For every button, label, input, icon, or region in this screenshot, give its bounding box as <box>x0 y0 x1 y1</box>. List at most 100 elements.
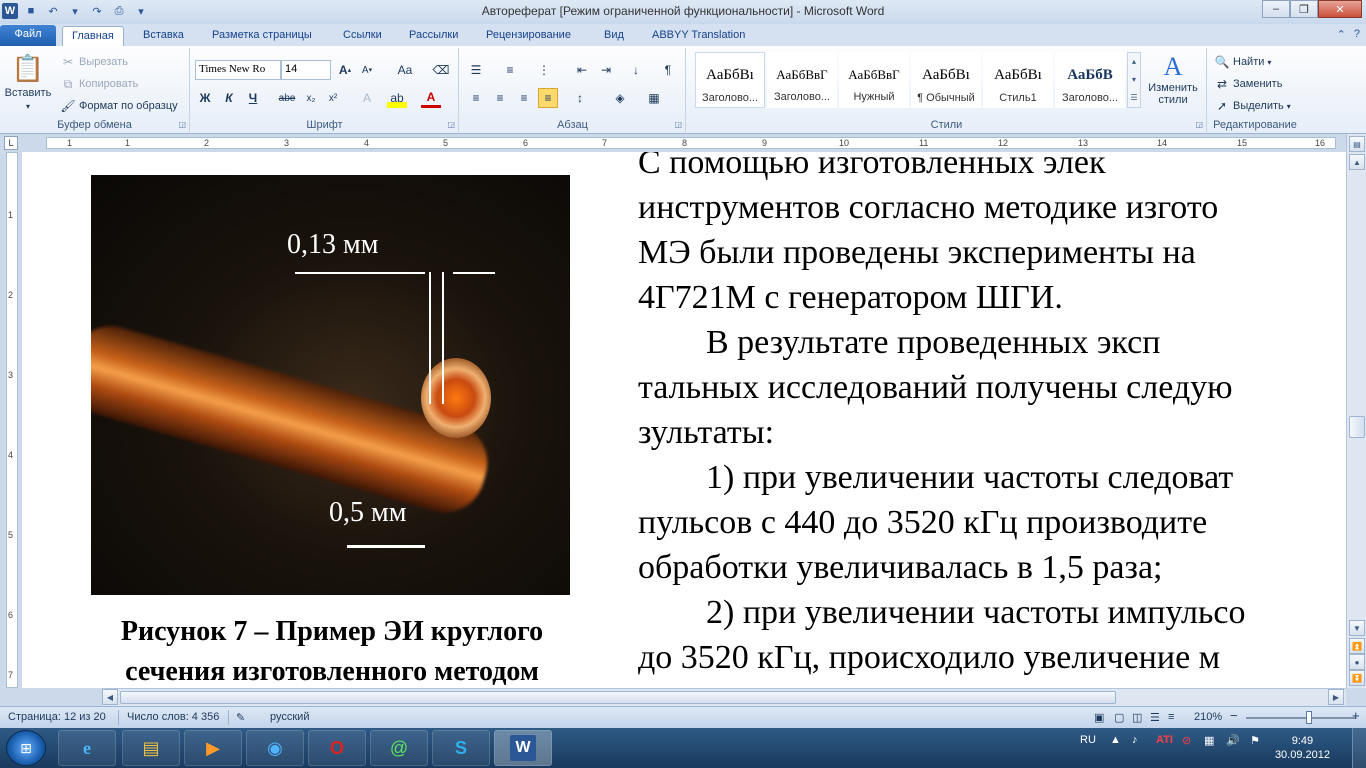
style-normal[interactable]: АаБбВı ¶ Обычный <box>911 52 981 108</box>
decrease-indent-icon[interactable]: ⇤ <box>572 60 592 80</box>
cut-button[interactable]: ✂ Вырезать <box>60 54 128 70</box>
scroll-up-icon[interactable]: ▲ <box>1349 154 1365 170</box>
align-right-icon[interactable]: ≡ <box>514 88 534 108</box>
tray-app-icon[interactable]: ♪ <box>1132 734 1138 746</box>
document-page[interactable]: 0,13 мм 0,5 мм Рисунок 7 – Пример ЭИ кру… <box>22 152 1346 688</box>
shrink-font-icon[interactable]: A ▾ <box>357 60 377 80</box>
change-case-button[interactable]: Aa <box>391 60 419 80</box>
icq-icon[interactable]: @ <box>370 730 428 766</box>
media-player-icon[interactable]: ▶ <box>184 730 242 766</box>
tab-review[interactable]: Рецензирование <box>477 26 580 46</box>
grow-font-icon[interactable]: A ▴ <box>335 60 355 80</box>
sort-icon[interactable]: ↓ <box>626 60 646 80</box>
zoom-level[interactable]: 210% <box>1194 711 1222 723</box>
shading-icon[interactable]: ◈ <box>610 88 630 108</box>
previous-page-icon[interactable]: ⏫ <box>1349 638 1365 654</box>
language[interactable]: русский <box>270 711 309 723</box>
styles-launcher-icon[interactable]: ◲ <box>1195 120 1203 129</box>
text-effects-icon[interactable]: A <box>357 88 377 108</box>
select-button[interactable]: ➚ Выделить ▾ <box>1214 98 1291 114</box>
tab-stop-selector-icon[interactable]: L <box>4 136 18 150</box>
font-launcher-icon[interactable]: ◲ <box>447 120 455 129</box>
next-page-icon[interactable]: ⏬ <box>1349 670 1365 686</box>
network-icon[interactable]: ▦ <box>1204 734 1214 747</box>
paragraph-launcher-icon[interactable]: ◲ <box>674 120 682 129</box>
minimize-ribbon-icon[interactable]: ⌃ <box>1337 28 1346 41</box>
tab-page-layout[interactable]: Разметка страницы <box>203 26 321 46</box>
vertical-scrollbar[interactable]: ▤ ▲ ▼ ⏫ ● ⏬ <box>1346 134 1366 688</box>
font-size-input[interactable]: 14 <box>281 60 331 80</box>
action-center-icon[interactable]: ⚑ <box>1250 734 1260 747</box>
align-center-icon[interactable]: ≡ <box>490 88 510 108</box>
ati-icon[interactable]: ATI <box>1156 734 1173 746</box>
numbering-icon[interactable]: ≡ <box>500 60 520 80</box>
help-icon[interactable]: ? <box>1354 28 1360 41</box>
close-button[interactable]: ✕ <box>1318 0 1362 18</box>
show-hidden-icons-icon[interactable]: ▲ <box>1110 734 1121 746</box>
browse-object-icon[interactable]: ● <box>1349 654 1365 670</box>
explorer-icon[interactable]: ▤ <box>122 730 180 766</box>
draft-view-icon[interactable]: ≡ <box>1168 711 1174 723</box>
show-marks-button[interactable]: ¶ <box>658 60 678 80</box>
bullets-icon[interactable]: ☰ <box>466 60 486 80</box>
web-view-icon[interactable]: ◫ <box>1132 711 1142 724</box>
copy-button[interactable]: ⧉ Копировать <box>60 76 139 92</box>
increase-indent-icon[interactable]: ⇥ <box>596 60 616 80</box>
style-style1[interactable]: АаБбВı Стиль1 <box>983 52 1053 108</box>
scroll-thumb[interactable] <box>1349 416 1365 438</box>
align-left-icon[interactable]: ≡ <box>466 88 486 108</box>
format-painter-button[interactable]: 🖌 Формат по образцу <box>60 98 177 114</box>
style-heading-3[interactable]: АаБбВ Заголово... <box>1055 52 1125 108</box>
styles-scroll[interactable]: ▴ ▾ ☰ <box>1127 52 1141 108</box>
tab-insert[interactable]: Вставка <box>134 26 193 46</box>
clipboard-launcher-icon[interactable]: ◲ <box>178 120 186 129</box>
font-color-icon[interactable]: A <box>421 88 441 108</box>
word-count[interactable]: Число слов: 4 356 <box>127 711 219 723</box>
bold-button[interactable]: Ж <box>195 88 215 108</box>
ruler-toggle-icon[interactable]: ▤ <box>1349 136 1365 152</box>
maxthon-icon[interactable]: ◉ <box>246 730 304 766</box>
replace-button[interactable]: ⇄ Заменить <box>1214 76 1282 92</box>
tab-home[interactable]: Главная <box>62 26 124 46</box>
style-heading-2[interactable]: АаБбВвГ Заголово... <box>767 52 837 108</box>
italic-button[interactable]: К <box>219 88 239 108</box>
highlight-icon[interactable]: ab <box>387 88 407 108</box>
horizontal-ruler[interactable]: L 1 1 2 3 4 5 6 7 8 9 10 11 12 13 14 15 … <box>0 134 1366 152</box>
clock[interactable]: 9:49 30.09.2012 <box>1275 734 1330 762</box>
clear-format-icon[interactable]: ⌫ <box>431 60 451 80</box>
print-layout-view-icon[interactable]: ▣ <box>1094 711 1104 724</box>
language-indicator[interactable]: RU <box>1080 734 1096 746</box>
superscript-icon[interactable]: x² <box>323 88 343 108</box>
underline-button[interactable]: Ч <box>243 88 263 108</box>
line-spacing-icon[interactable]: ↕ <box>570 88 590 108</box>
figure-photo[interactable]: 0,13 мм 0,5 мм <box>91 175 570 595</box>
change-styles-button[interactable]: A Изменить стили <box>1145 52 1201 106</box>
strikethrough-button[interactable]: abe <box>277 88 297 108</box>
multilevel-list-icon[interactable]: ⋮ <box>534 60 554 80</box>
volume-icon[interactable]: 🔊 <box>1226 734 1240 747</box>
subscript-icon[interactable]: x₂ <box>301 88 321 108</box>
skype-icon[interactable]: S <box>432 730 490 766</box>
tray-security-icon[interactable]: ⊘ <box>1182 734 1191 747</box>
hscroll-thumb[interactable] <box>120 691 1116 704</box>
zoom-slider[interactable] <box>1246 717 1356 719</box>
paste-button[interactable]: 📋 Вставить ▾ <box>4 52 52 112</box>
maximize-button[interactable]: ❐ <box>1290 0 1318 18</box>
find-button[interactable]: 🔍 Найти ▾ <box>1214 54 1272 70</box>
scroll-right-icon[interactable]: ▶ <box>1328 689 1344 705</box>
tab-references[interactable]: Ссылки <box>334 26 391 46</box>
proofing-icon[interactable]: ✎ <box>236 711 245 724</box>
scroll-left-icon[interactable]: ◀ <box>102 689 118 705</box>
horizontal-scrollbar[interactable]: ◀ ▶ <box>102 688 1346 706</box>
tab-abbyy[interactable]: ABBYY Translation <box>643 26 754 46</box>
opera-icon[interactable]: O <box>308 730 366 766</box>
vertical-ruler[interactable]: 1 2 3 4 5 6 7 <box>0 152 22 688</box>
tab-view[interactable]: Вид <box>595 26 633 46</box>
style-heading-1[interactable]: АаБбВı Заголово... <box>695 52 765 108</box>
word-taskbar-button[interactable]: W <box>494 730 552 766</box>
zoom-in-button[interactable]: + <box>1352 708 1360 723</box>
start-button[interactable]: ⊞ <box>6 730 46 766</box>
page-count[interactable]: Страница: 12 из 20 <box>8 711 106 723</box>
minimize-button[interactable]: – <box>1262 0 1290 18</box>
show-desktop-button[interactable] <box>1352 728 1366 768</box>
